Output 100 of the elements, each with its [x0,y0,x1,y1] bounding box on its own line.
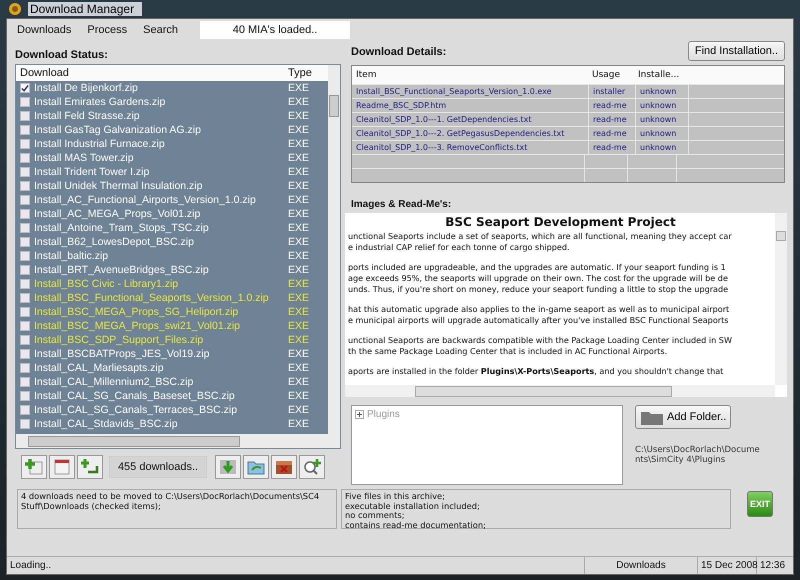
checkbox[interactable] [20,279,30,289]
download-type: EXE [288,124,310,136]
calendar-icon[interactable] [49,455,75,479]
download-name[interactable]: Install_BSC_SDP_Support_Files.zip [30,334,288,346]
download-name[interactable]: Install_BSC_MEGA_Props_swi21_Vol01.zip [30,320,288,332]
folder-icon[interactable] [243,455,269,479]
download-name[interactable]: Install_AC_MEGA_Props_Vol01.zip [30,208,288,220]
download-name[interactable]: Install Emirates Gardens.zip [30,96,288,108]
checkbox[interactable] [20,97,30,107]
table-cell: read-me [588,113,635,126]
table-cell-text: Cleanitol_SDP_1.0---1. GetDependencies.txt [355,114,533,126]
download-name[interactable]: Install_CAL_SG_Canals_Terraces_BSC.zip [30,404,288,416]
checkbox[interactable] [20,265,30,275]
table-cell: unknown [635,113,688,126]
download-name[interactable]: Install_BSC Civic - Library1.zip [30,278,288,290]
exit-button[interactable]: EXIT [747,491,773,517]
status-time: 12:36 [759,559,786,573]
table-cell: unknown [635,99,688,112]
download-name[interactable]: Install_baltic.zip [30,250,288,262]
add-folder-button[interactable]: Add Folder.. [635,405,731,429]
download-type: EXE [288,152,310,164]
horizontal-scrollbar[interactable] [345,385,775,397]
table-cell: read-me [588,127,635,140]
download-name[interactable]: Install_BRT_AvenueBridges_BSC.zip [30,264,288,276]
download-name[interactable]: Install Industrial Furnace.zip [30,138,288,150]
column-header[interactable]: Type [288,67,328,79]
search-add-icon[interactable] [299,455,325,479]
tree-item[interactable]: Plugins [367,409,400,420]
download-name[interactable]: Install_AC_Functional_Airports_Version_1.0.zip [30,194,288,206]
checkbox[interactable] [20,209,30,219]
column-header[interactable]: Usage [588,70,634,80]
checkbox[interactable] [20,237,30,247]
checkbox[interactable] [20,125,30,135]
download-name[interactable]: Install_B62_LowesDepot_BSC.zip [30,236,288,248]
readme-text: e industrial CAP relief for each tonne of cargo shipped. [348,242,571,253]
download-name[interactable]: Install Feld Strasse.zip [30,110,288,122]
expand-icon[interactable] [355,410,364,419]
download-type: EXE [288,334,310,346]
checkbox[interactable] [20,405,30,415]
move-message: 4 downloads need to be moved to C:\Users\DocRorlach\Documents\SC4 Stuff\Downloads (checked items); [17,489,337,529]
menu-item[interactable]: Search [143,24,178,36]
checkbox[interactable] [20,419,30,429]
find-installation-button[interactable]: Find Installation.. [688,41,785,61]
menu-item[interactable]: Process [87,24,128,36]
table-cell-text: Readme_BSC_SDP.htm [355,100,448,112]
checkbox[interactable] [20,223,30,233]
download-type: EXE [288,250,310,262]
checkbox[interactable] [20,153,30,163]
download-name[interactable]: Install De Bijenkorf.zip [30,82,288,94]
download-type: EXE [288,96,310,108]
checkbox[interactable] [20,195,30,205]
column-header[interactable]: Installe... [634,70,686,80]
checkbox[interactable] [20,181,30,191]
checkbox[interactable] [20,111,30,121]
box-icon[interactable] [271,455,297,479]
readme-text: aports are installed in the folder Plugins\X-Ports\Seaports, and you shouldn't change that [348,366,724,377]
checkbox[interactable] [20,363,30,373]
download-name[interactable]: Install Unidek Thermal Insulation.zip [30,180,288,192]
download-name[interactable]: Install_BSCBATProps_JES_Vol19.zip [30,348,288,360]
download-name[interactable]: Install_CAL_SG_Canals_Baseset_BSC.zip [30,390,288,402]
download-type: EXE [288,376,310,388]
download-name[interactable]: Install_CAL_Stdavids_BSC.zip [30,418,288,430]
checkbox[interactable] [20,167,30,177]
download-name[interactable]: Install GasTag Galvanization AG.zip [30,124,288,136]
column-header[interactable]: Item [352,70,588,80]
folder-path: C:\Users\DocRorlach\Documents\SimCity 4\Plugins [635,445,761,465]
vertical-scrollbar[interactable] [775,213,787,385]
vertical-scrollbar[interactable] [328,65,340,434]
horizontal-scrollbar[interactable] [16,434,340,448]
download-name[interactable]: Install MAS Tower.zip [30,152,288,164]
table-cell-text: Cleanitol_SDP_1.0---3. RemoveConflicts.txt [355,142,528,154]
download-type: EXE [288,306,310,318]
download-name[interactable]: Install Trident Tower I.zip [30,166,288,178]
download-type: EXE [288,404,310,416]
readme-text: th the same Package Loading Center that is included in AC Functional Airports. [348,346,668,357]
download-type: EXE [288,390,310,402]
checkbox[interactable] [20,83,30,93]
checkbox[interactable] [20,307,30,317]
table-cell: read-me [588,99,635,112]
download-name[interactable]: Install_Antoine_Tram_Stops_TSC.zip [30,222,288,234]
menu-item[interactable]: Downloads [17,24,72,36]
column-header[interactable]: Download [16,67,288,79]
download-name[interactable]: Install_BSC_MEGA_Props_SG_Heliport.zip [30,306,288,318]
archive-info-text: executable installation included; [345,502,481,511]
add-icon[interactable] [21,455,47,479]
checkbox[interactable] [20,293,30,303]
table-cell: read-me [588,141,635,154]
table-cell-text: Cleanitol_SDP_1.0---2. GetPegasusDependencies.txt [355,128,566,140]
checkbox[interactable] [20,251,30,261]
checkbox[interactable] [20,139,30,149]
checkbox[interactable] [20,335,30,345]
download-name[interactable]: Install_CAL_Marliesapts.zip [30,362,288,374]
checkbox[interactable] [20,391,30,401]
checkbox[interactable] [20,321,30,331]
app-icon [8,2,22,16]
checkbox[interactable] [20,349,30,359]
download-name[interactable]: Install_BSC_Functional_Seaports_Version_1.0.zip [30,292,288,304]
download-name[interactable]: Install_CAL_Millennium2_BSC.zip [30,376,288,388]
checkbox[interactable] [20,377,30,387]
download-type: EXE [288,222,310,234]
